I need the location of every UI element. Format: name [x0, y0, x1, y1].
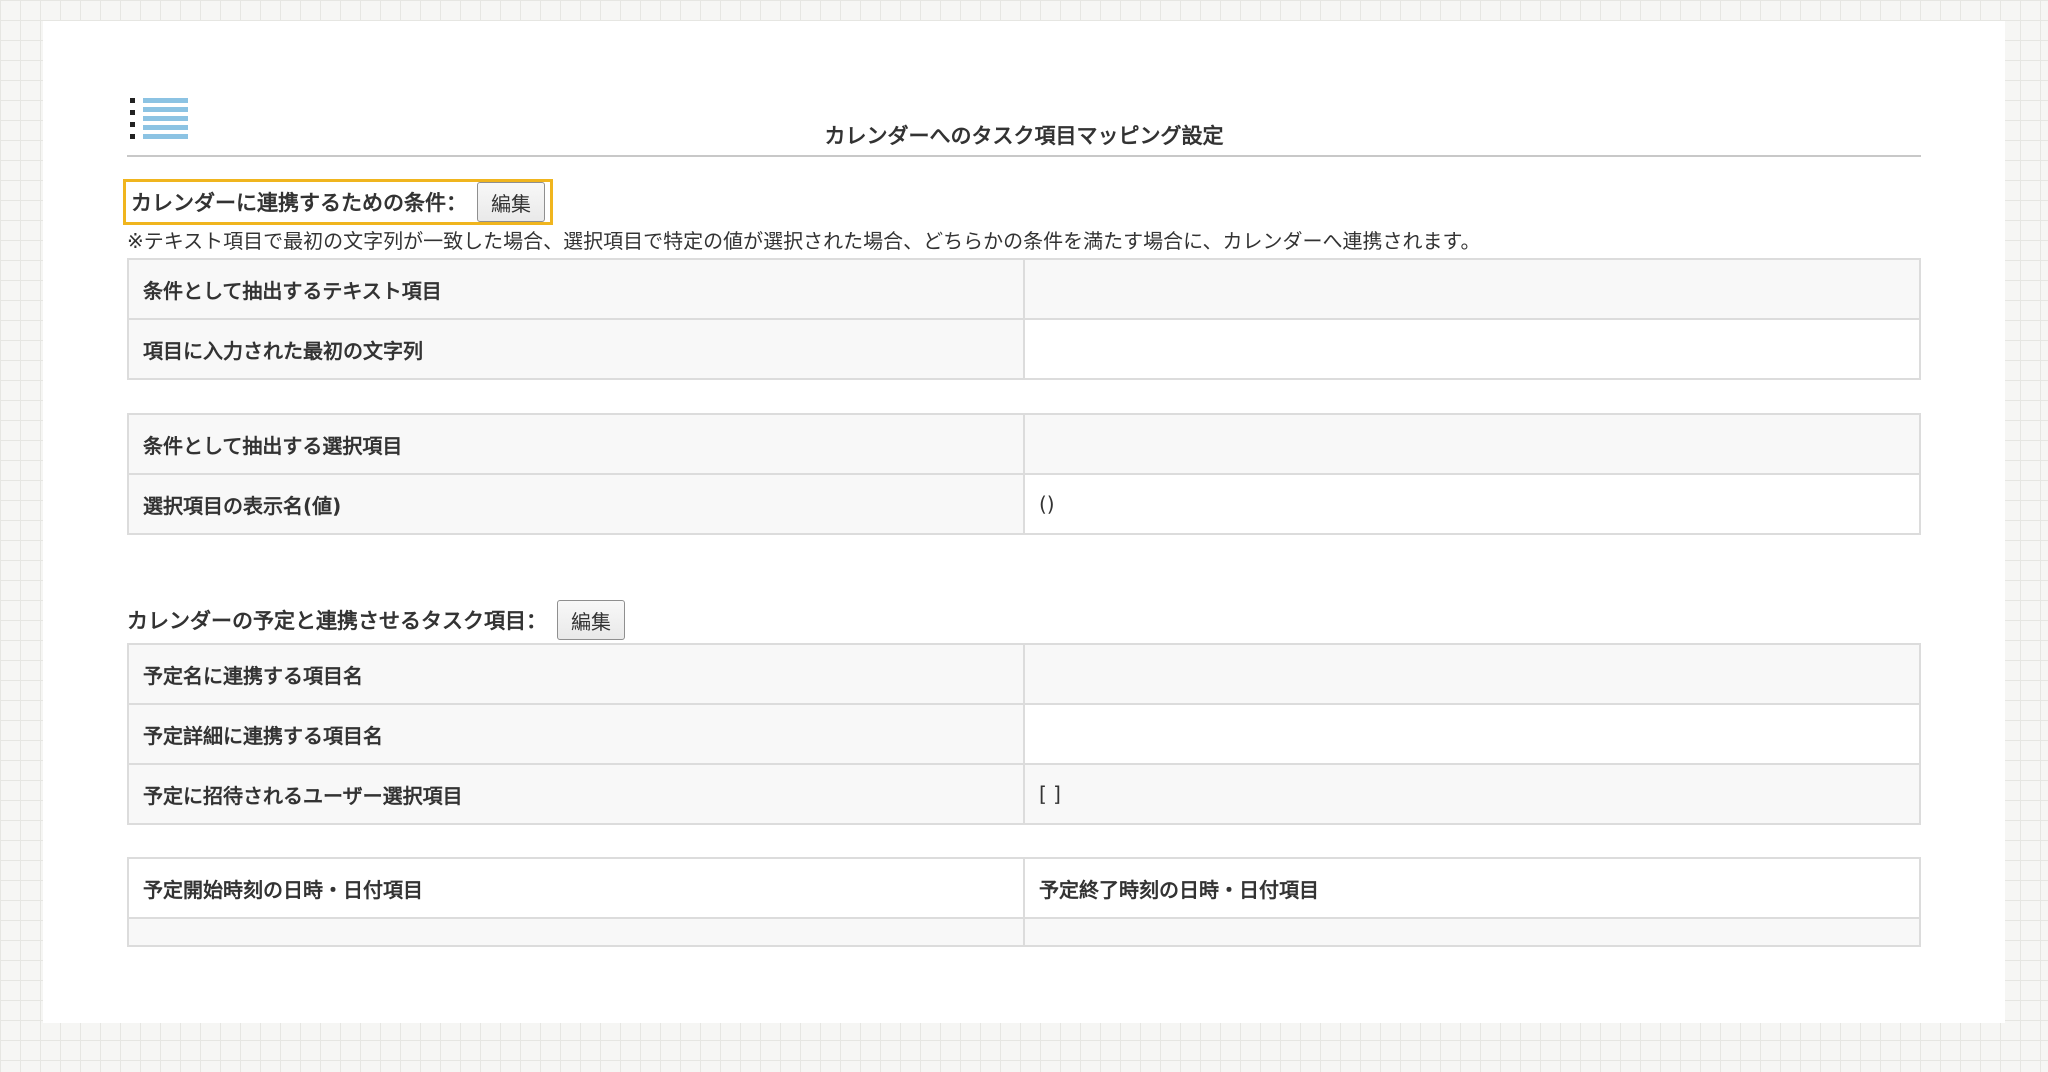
row-label: 予定詳細に連携する項目名	[127, 703, 1025, 765]
row-value	[1023, 413, 1921, 475]
conditions-edit-button[interactable]: 編集	[477, 182, 545, 222]
row-value: ()	[1023, 473, 1921, 535]
select-condition-table: 条件として抽出する選択項目 選択項目の表示名(値) ()	[127, 413, 1921, 535]
mapping-fields-table: 予定名に連携する項目名 予定詳細に連携する項目名 予定に招待されるユーザー選択項…	[127, 643, 1921, 825]
table-row: 条件として抽出するテキスト項目	[127, 258, 1921, 320]
table-row	[127, 917, 1921, 947]
row-value	[1023, 258, 1921, 320]
table-row: 条件として抽出する選択項目	[127, 413, 1921, 475]
row-label: 予定に招待されるユーザー選択項目	[127, 763, 1025, 825]
conditions-section-header: カレンダーに連携するための条件： 編集	[123, 179, 553, 225]
row-value: [ ]	[1023, 763, 1921, 825]
table-row: 予定に招待されるユーザー選択項目 [ ]	[127, 763, 1921, 825]
end-datetime-header: 予定終了時刻の日時・日付項目	[1023, 857, 1921, 919]
conditions-note: ※テキスト項目で最初の文字列が一致した場合、選択項目で特定の値が選択された場合、…	[127, 229, 1481, 253]
page-title: カレンダーへのタスク項目マッピング設定	[824, 124, 1224, 148]
row-value	[1023, 318, 1921, 380]
mapping-edit-button[interactable]: 編集	[557, 600, 625, 640]
row-label: 条件として抽出するテキスト項目	[127, 258, 1025, 320]
row-value	[1023, 703, 1921, 765]
row-label: 選択項目の表示名(値)	[127, 473, 1025, 535]
start-datetime-value	[127, 917, 1025, 947]
row-label: 項目に入力された最初の文字列	[127, 318, 1025, 380]
row-label: 予定名に連携する項目名	[127, 643, 1025, 705]
end-datetime-value	[1023, 917, 1921, 947]
mapping-section-header: カレンダーの予定と連携させるタスク項目： 編集	[127, 598, 625, 642]
conditions-heading: カレンダーに連携するための条件：	[131, 191, 467, 215]
datetime-table: 予定開始時刻の日時・日付項目 予定終了時刻の日時・日付項目	[127, 857, 1921, 947]
row-value	[1023, 643, 1921, 705]
text-condition-table: 条件として抽出するテキスト項目 項目に入力された最初の文字列	[127, 258, 1921, 380]
start-datetime-header: 予定開始時刻の日時・日付項目	[127, 857, 1025, 919]
table-row: 予定名に連携する項目名	[127, 643, 1921, 705]
table-row: 予定詳細に連携する項目名	[127, 703, 1921, 765]
table-row: 選択項目の表示名(値) ()	[127, 473, 1921, 535]
mapping-heading: カレンダーの予定と連携させるタスク項目：	[127, 609, 547, 633]
table-header-row: 予定開始時刻の日時・日付項目 予定終了時刻の日時・日付項目	[127, 857, 1921, 919]
title-divider	[127, 155, 1921, 157]
table-row: 項目に入力された最初の文字列	[127, 318, 1921, 380]
row-label: 条件として抽出する選択項目	[127, 413, 1025, 475]
